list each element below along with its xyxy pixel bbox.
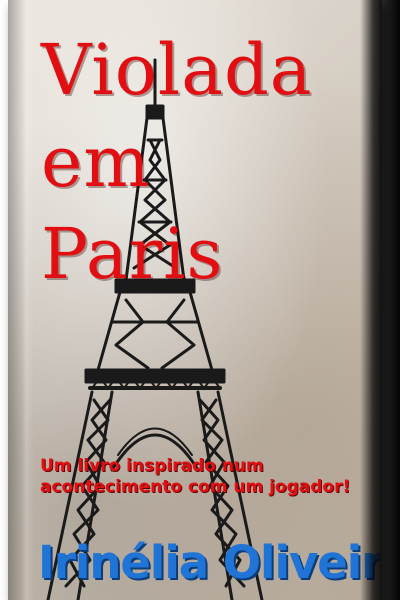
author-name: Irinélia Oliveira	[38, 536, 382, 589]
page-edge	[382, 0, 400, 600]
title-line-2: em	[41, 121, 151, 203]
cover-edge-shadow	[360, 0, 382, 600]
title-line-3: Paris	[41, 213, 224, 295]
book-title: Violada em Paris	[41, 24, 313, 300]
book-subtitle: Um livro inspirado num acontecimento com…	[40, 456, 351, 497]
book-cover: Violada em Paris Um livro inspirado num …	[8, 0, 382, 600]
title-line-1: Violada	[41, 29, 313, 111]
